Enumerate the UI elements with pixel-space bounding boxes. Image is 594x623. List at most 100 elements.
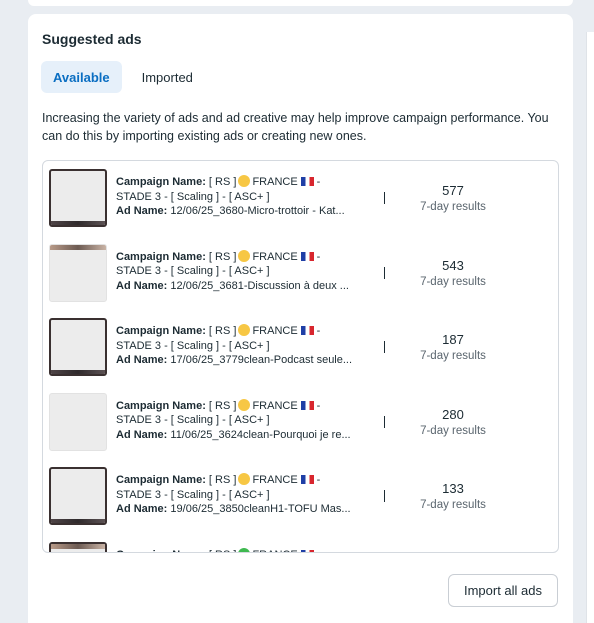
campaign-country: FRANCE	[252, 399, 298, 412]
results-label: 7-day results	[420, 275, 486, 288]
ad-thumbnail	[49, 542, 107, 552]
campaign-country: FRANCE	[252, 250, 298, 263]
ad-row[interactable]: Campaign Name: [ RS ] FRANCE - STADE 3 - [ …	[43, 236, 558, 311]
yellow-circle-icon	[238, 175, 251, 187]
ad-name-value: 19/06/25_3850cleanH1-TOFU Mas...	[170, 503, 351, 516]
france-flag-icon	[300, 326, 314, 336]
campaign-prefix: [ RS ]	[208, 399, 237, 412]
column-divider	[384, 266, 385, 279]
campaign-suffix: -	[316, 250, 321, 263]
campaign-name-line: Campaign Name: [ RS ] FRANCE	[116, 548, 378, 552]
ad-name-line: Ad Name: 11/06/25_3624clean-Pourquoi je …	[116, 428, 378, 443]
ad-name-value: 12/06/25_3681-Discussion à deux ...	[170, 279, 349, 292]
campaign-country: FRANCE	[252, 325, 298, 338]
ad-name-label: Ad Name:	[116, 428, 168, 441]
campaign-name-label: Campaign Name:	[116, 474, 206, 487]
results-metric: 187 7-day results	[403, 332, 503, 364]
ad-thumbnail	[49, 318, 107, 377]
column-divider	[384, 341, 385, 354]
ad-name-value: 11/06/25_3624clean-Pourquoi je re...	[170, 428, 351, 441]
yellow-circle-icon	[238, 324, 251, 337]
ad-details: Campaign Name: [ RS ] FRANCE - STADE 3 - [ …	[116, 249, 378, 294]
campaign-suffix: -	[316, 399, 321, 412]
campaign-name-line: Campaign Name: [ RS ] FRANCE -	[116, 473, 378, 488]
results-value: 187	[442, 332, 464, 348]
ad-thumbnail	[49, 392, 107, 451]
tab-imported[interactable]: Imported	[130, 61, 205, 93]
ad-name-line: Ad Name: 19/06/25_3850cleanH1-TOFU Mas..…	[116, 502, 378, 517]
results-value: 280	[442, 406, 464, 422]
campaign-name-line-2: STADE 3 - [ Scaling ] - [ ASC+ ]	[116, 190, 270, 203]
campaign-name-line: Campaign Name: [ RS ] FRANCE -	[116, 175, 378, 190]
yellow-circle-icon	[238, 398, 251, 411]
campaign-name-line: Campaign Name: [ RS ] FRANCE -	[116, 398, 378, 414]
tab-available[interactable]: Available	[41, 61, 122, 93]
column-divider	[384, 490, 385, 503]
results-label: 7-day results	[420, 424, 486, 437]
ad-details: Campaign Name: [ RS ] FRANCE	[116, 548, 378, 552]
campaign-name-line: Campaign Name: [ RS ] FRANCE -	[116, 249, 378, 265]
ad-name-line: Ad Name: 17/06/25_3779clean-Podcast seul…	[116, 353, 378, 368]
ad-name-label: Ad Name:	[116, 279, 168, 292]
france-flag-icon	[300, 400, 314, 410]
campaign-name-label: Campaign Name:	[116, 250, 206, 263]
panel-title: Suggested ads	[42, 31, 142, 47]
ad-details: Campaign Name: [ RS ] FRANCE - STADE 3 - [ …	[116, 324, 378, 368]
france-flag-icon	[300, 251, 314, 261]
campaign-name-label: Campaign Name:	[116, 325, 206, 338]
results-label: 7-day results	[420, 201, 486, 213]
ad-name-label: Ad Name:	[116, 205, 168, 217]
column-divider	[384, 415, 385, 428]
results-metric: 577 7-day results	[403, 183, 503, 215]
ads-list[interactable]: Campaign Name: [ RS ] FRANCE - STADE 3 - [ …	[42, 160, 559, 553]
campaign-name-line-2: STADE 3 - [ Scaling ] - [ ASC+ ]	[116, 265, 270, 278]
campaign-name-line: Campaign Name: [ RS ] FRANCE -	[116, 324, 378, 339]
campaign-name-line-2: STADE 3 - [ Scaling ] - [ ASC+ ]	[116, 414, 270, 427]
ad-details: Campaign Name: [ RS ] FRANCE - STADE 3 - [ …	[116, 398, 378, 443]
ad-thumbnail	[49, 467, 107, 526]
results-value: 133	[442, 481, 464, 497]
results-value: 577	[442, 183, 464, 198]
ad-row[interactable]: Campaign Name: [ RS ] FRANCE	[43, 534, 558, 552]
previous-card-edge	[28, 0, 573, 6]
ad-details: Campaign Name: [ RS ] FRANCE - STADE 3 - [ …	[116, 473, 378, 517]
ad-row[interactable]: Campaign Name: [ RS ] FRANCE - STADE 3 - [ …	[43, 459, 558, 534]
results-label: 7-day results	[420, 350, 486, 363]
campaign-country: FRANCE	[252, 474, 298, 487]
ad-row[interactable]: Campaign Name: [ RS ] FRANCE - STADE 3 - [ …	[43, 161, 558, 236]
yellow-circle-icon	[238, 249, 251, 262]
campaign-name-line-2: STADE 3 - [ Scaling ] - [ ASC+ ]	[116, 488, 270, 501]
results-metric: 280 7-day results	[403, 407, 503, 439]
results-metric: 133 7-day results	[403, 481, 503, 513]
suggested-ads-panel: Suggested ads Available Imported Increas…	[28, 14, 573, 623]
campaign-prefix: [ RS ]	[208, 325, 237, 338]
campaign-name-label: Campaign Name:	[116, 176, 206, 188]
france-flag-icon	[300, 550, 314, 552]
campaign-suffix: -	[316, 176, 321, 188]
ad-name-label: Ad Name:	[116, 503, 168, 516]
campaign-country: FRANCE	[252, 549, 297, 552]
ad-row[interactable]: Campaign Name: [ RS ] FRANCE - STADE 3 - [ …	[43, 385, 558, 460]
campaign-suffix: -	[316, 474, 321, 487]
side-panel-edge	[586, 32, 594, 623]
yellow-circle-icon	[238, 473, 251, 486]
campaign-suffix: -	[316, 325, 321, 338]
campaign-name-label: Campaign Name:	[116, 399, 206, 412]
ad-thumbnail	[49, 169, 107, 227]
tab-bar: Available Imported	[41, 61, 205, 93]
import-all-ads-button[interactable]: Import all ads	[448, 574, 558, 607]
results-label: 7-day results	[420, 499, 486, 512]
ad-details: Campaign Name: [ RS ] FRANCE - STADE 3 - [ …	[116, 175, 378, 219]
ad-name-value: 12/06/25_3680-Micro-trottoir - Kat...	[170, 205, 345, 217]
ad-row[interactable]: Campaign Name: [ RS ] FRANCE - STADE 3 - [ …	[43, 310, 558, 385]
campaign-prefix: [ RS ]	[208, 474, 237, 487]
campaign-prefix: [ RS ]	[208, 250, 237, 263]
ad-name-label: Ad Name:	[116, 354, 168, 367]
ad-name-line: Ad Name: 12/06/25_3681-Discussion à deux…	[116, 279, 378, 294]
ad-name-value: 17/06/25_3779clean-Podcast seule...	[170, 354, 353, 367]
campaign-name-label: Campaign Name:	[116, 549, 206, 552]
results-value: 543	[442, 257, 464, 273]
campaign-prefix: [ RS ]	[209, 549, 237, 552]
campaign-country: FRANCE	[252, 176, 298, 188]
campaign-prefix: [ RS ]	[208, 176, 237, 188]
